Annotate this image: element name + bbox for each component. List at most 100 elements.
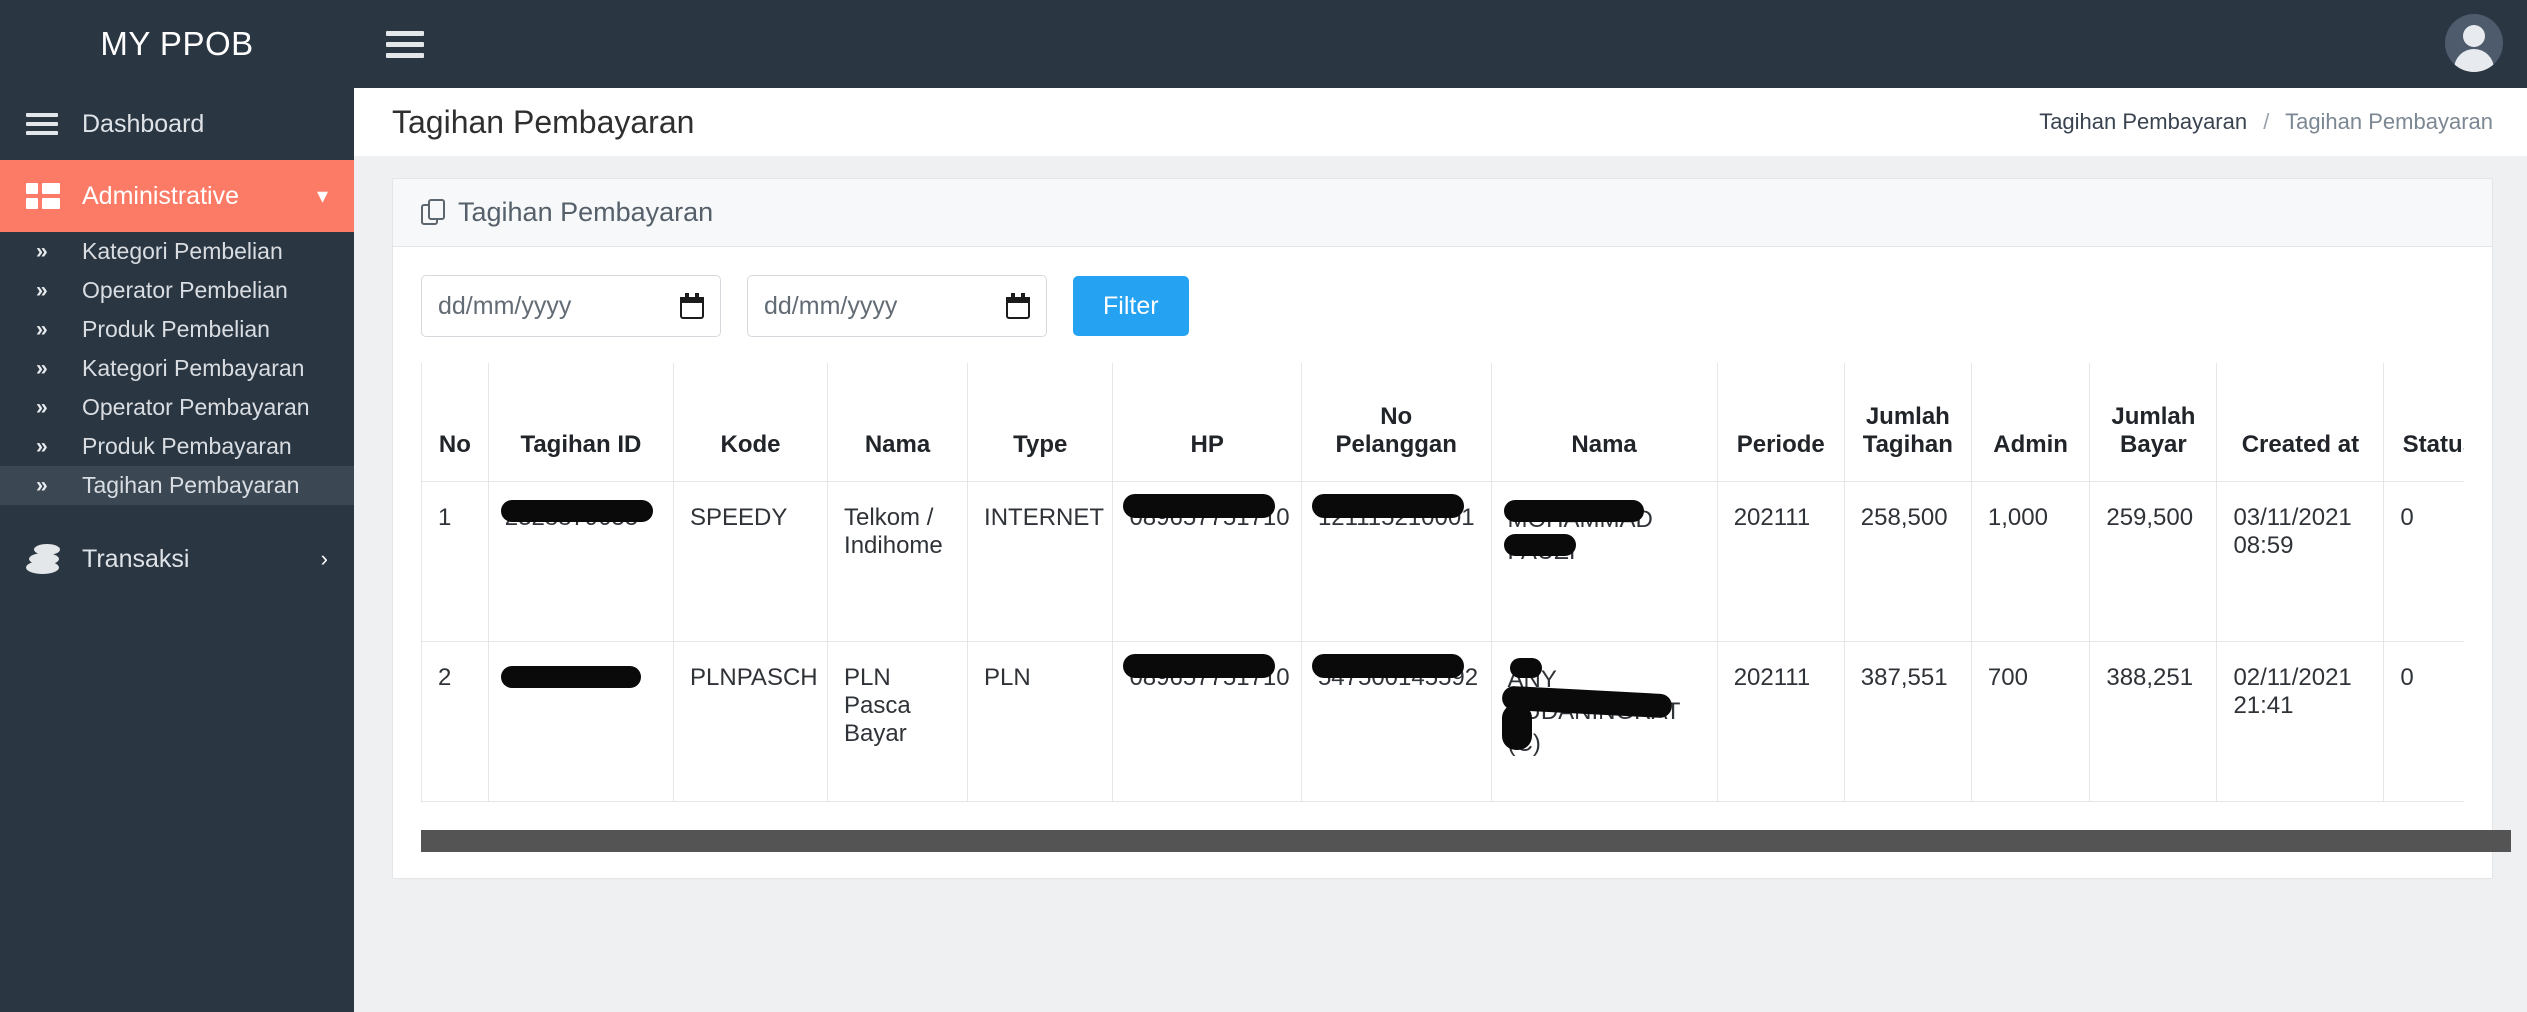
th-nama: Nama xyxy=(827,363,969,482)
redaction-mark xyxy=(1123,653,1276,678)
redaction-mark xyxy=(1501,703,1532,750)
th-jumlah-bayar: Jumlah Bayar xyxy=(2089,363,2218,482)
cell-no-pelanggan: 547500145592 xyxy=(1300,640,1492,802)
tagihan-table: No Tagihan ID Kode Nama Type HP No Pelan… xyxy=(421,363,2464,802)
cell-created-at: 02/11/2021 21:41 xyxy=(2216,640,2385,802)
cell-type: INTERNET xyxy=(967,480,1114,642)
table-header-row: No Tagihan ID Kode Nama Type HP No Pelan… xyxy=(421,363,2464,482)
cell-jumlah-bayar: 388,251 xyxy=(2089,640,2218,802)
sidebar-item-administrative[interactable]: Administrative ▾ xyxy=(0,160,354,232)
breadcrumb-parent[interactable]: Tagihan Pembayaran xyxy=(2039,109,2247,134)
cell-hp: 089657751710 xyxy=(1112,480,1302,642)
scrollbar-thumb[interactable] xyxy=(421,829,2511,852)
sidebar-divider-gap xyxy=(0,505,354,523)
breadcrumb-separator: / xyxy=(2263,109,2270,134)
sidebar-subitem-kategori-pembayaran[interactable]: » Kategori Pembayaran xyxy=(0,349,354,388)
chevron-double-right-icon: » xyxy=(36,278,48,302)
sidebar-item-dashboard[interactable]: Dashboard xyxy=(0,88,354,160)
cell-periode: 202111 xyxy=(1716,480,1845,642)
tagihan-card: Tagihan Pembayaran dd/mm/yyyy dd/mm/yyyy xyxy=(392,178,2511,879)
sidebar-item-transaksi[interactable]: Transaksi › xyxy=(0,523,354,595)
brand-title: MY PPOB xyxy=(100,25,254,62)
chevron-double-right-icon: » xyxy=(36,395,48,419)
cell-nama: Telkom / Indihome xyxy=(827,480,969,642)
sidebar-subitem-operator-pembayaran[interactable]: » Operator Pembayaran xyxy=(0,388,354,427)
cell-type: PLN xyxy=(967,640,1114,802)
breadcrumb: Tagihan Pembayaran / Tagihan Pembayaran xyxy=(2039,109,2493,135)
sidebar-toggle-icon[interactable] xyxy=(386,30,424,58)
cell-admin: 1,000 xyxy=(1970,480,2091,642)
horizontal-scrollbar[interactable] xyxy=(421,829,2511,852)
th-no-pelanggan: No Pelanggan xyxy=(1300,363,1492,482)
th-admin: Admin xyxy=(1970,363,2091,482)
th-type: Type xyxy=(967,363,1114,482)
redaction-mark xyxy=(1503,533,1576,556)
avatar[interactable] xyxy=(2445,14,2503,72)
chevron-double-right-icon: » xyxy=(36,317,48,341)
cell-tagihan-id: 2328405923 xyxy=(487,640,675,802)
cell-status: 0 xyxy=(2383,640,2464,802)
cell-hp: 089657751710 xyxy=(1112,640,1302,802)
sidebar-subitem-label: Tagihan Pembayaran xyxy=(82,472,300,498)
table-scroll-area: No Tagihan ID Kode Nama Type HP No Pelan… xyxy=(421,363,2464,802)
cell-created-at: 03/11/2021 08:59 xyxy=(2216,480,2385,642)
chevron-double-right-icon: » xyxy=(36,473,48,497)
table-row: 1 2328879055 SPEEDY Telkom / Indihome xyxy=(421,480,2464,642)
th-kode: Kode xyxy=(673,363,829,482)
redaction-mark xyxy=(1509,657,1542,678)
main-content: Tagihan Pembayaran Tagihan Pembayaran / … xyxy=(354,88,2527,1012)
sidebar-item-label: Transaksi xyxy=(82,544,190,573)
cell-kode: PLNPASCH xyxy=(673,640,829,802)
redaction-mark xyxy=(1311,493,1464,518)
redaction-mark xyxy=(500,665,641,688)
calendar-icon[interactable] xyxy=(1006,293,1030,319)
th-periode: Periode xyxy=(1716,363,1845,482)
sidebar-subitem-produk-pembelian[interactable]: » Produk Pembelian xyxy=(0,310,354,349)
avatar-body-shape xyxy=(2454,49,2494,72)
sidebar-subitem-label: Kategori Pembelian xyxy=(82,238,283,264)
redaction-mark xyxy=(500,499,653,522)
card-title: Tagihan Pembayaran xyxy=(458,197,714,227)
table-row: 2 2328405923 PLNPASCH PLN Pasca Bayar xyxy=(421,640,2464,802)
cell-jumlah-tagihan: 387,551 xyxy=(1843,640,1972,802)
coins-icon xyxy=(26,544,72,574)
cell-kode: SPEEDY xyxy=(673,480,829,642)
date-from-input[interactable]: dd/mm/yyyy xyxy=(421,275,721,337)
chevron-double-right-icon: » xyxy=(36,239,48,263)
page-title: Tagihan Pembayaran xyxy=(392,103,695,140)
chevron-double-right-icon: » xyxy=(36,356,48,380)
cell-no: 2 xyxy=(421,640,489,802)
th-status: Status xyxy=(2383,363,2464,482)
date-to-input[interactable]: dd/mm/yyyy xyxy=(747,275,1047,337)
sidebar-subitem-kategori-pembelian[interactable]: » Kategori Pembelian xyxy=(0,232,354,271)
sidebar-subitem-produk-pembayaran[interactable]: » Produk Pembayaran xyxy=(0,427,354,466)
cell-nama: PLN Pasca Bayar xyxy=(827,640,969,802)
avatar-head-shape xyxy=(2463,25,2485,47)
sidebar-subitem-operator-pembelian[interactable]: » Operator Pembelian xyxy=(0,271,354,310)
cell-tagihan-id: 2328879055 xyxy=(487,480,675,642)
cell-nama-pelanggan: MOHAMMAD FAUZI xyxy=(1490,480,1718,642)
sidebar-subitem-label: Produk Pembelian xyxy=(82,316,270,342)
date-from-placeholder: dd/mm/yyyy xyxy=(438,291,572,320)
cell-periode: 202111 xyxy=(1716,640,1845,802)
date-to-placeholder: dd/mm/yyyy xyxy=(764,291,898,320)
cell-no: 1 xyxy=(421,480,489,642)
sidebar-item-label: Dashboard xyxy=(82,109,205,138)
th-hp: HP xyxy=(1112,363,1302,482)
sidebar-subitem-label: Operator Pembelian xyxy=(82,277,288,303)
cell-no-pelanggan: 121115210001 xyxy=(1300,480,1492,642)
cell-jumlah-bayar: 259,500 xyxy=(2089,480,2218,642)
th-tagihan-id: Tagihan ID xyxy=(487,363,675,482)
sidebar-subitem-tagihan-pembayaran[interactable]: » Tagihan Pembayaran xyxy=(0,466,354,505)
calendar-icon[interactable] xyxy=(680,293,704,319)
filter-button[interactable]: Filter xyxy=(1073,276,1189,336)
chevron-down-icon: ▾ xyxy=(316,183,328,208)
app-root: MY PPOB Dashboard Administrative ▾ » Kat… xyxy=(0,0,2527,1012)
redaction-mark xyxy=(1503,499,1644,522)
sidebar-subitem-label: Produk Pembayaran xyxy=(82,433,292,459)
page-header: Tagihan Pembayaran Tagihan Pembayaran / … xyxy=(354,88,2527,156)
sidebar-subitem-label: Operator Pembayaran xyxy=(82,394,310,420)
redaction-mark xyxy=(1311,653,1464,678)
th-no: No xyxy=(421,363,489,482)
redaction-mark xyxy=(1123,493,1276,518)
